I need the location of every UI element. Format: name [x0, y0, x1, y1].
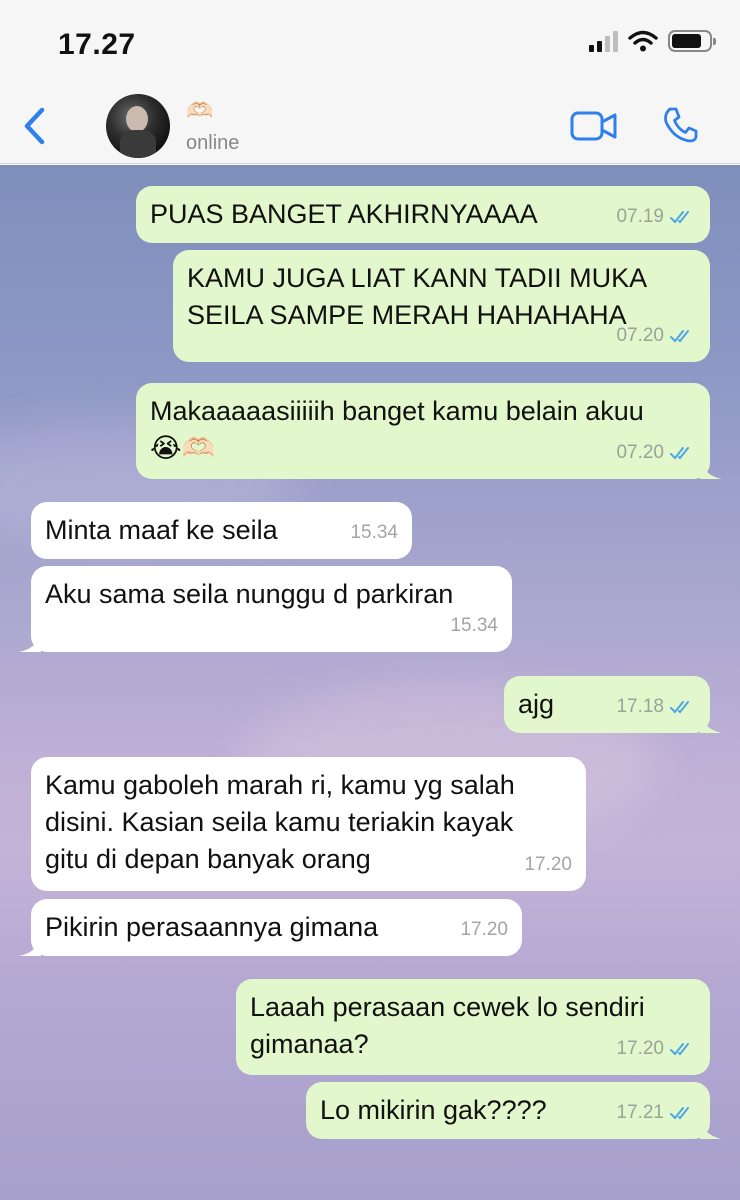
read-ticks-icon	[670, 700, 689, 713]
message-meta: 07.20	[616, 317, 696, 354]
video-call-icon[interactable]	[570, 110, 618, 142]
message-time: 17.21	[616, 1102, 664, 1123]
contact-status: online	[186, 132, 240, 154]
chat-area[interactable]: PUAS BANGET AKHIRNYAAAA 07.19 KAMU JUGA …	[0, 165, 740, 1200]
bubble-tail	[700, 711, 722, 733]
message-time: 15.34	[450, 615, 498, 636]
message-bubble-incoming[interactable]: Pikirin perasaannya gimana 17.20	[19, 899, 522, 956]
battery-icon	[668, 30, 716, 52]
contact-name[interactable]: 🫶🏻	[186, 98, 213, 124]
message-bubble-outgoing[interactable]: Makaaaaasiiiiih banget kamu belain akuu …	[136, 383, 722, 479]
message-bubble-outgoing[interactable]: ajg 17.18	[504, 676, 722, 733]
message-bubble-incoming[interactable]: Aku sama seila nunggu d parkiran 15.34	[19, 566, 512, 652]
message-meta: 15.34	[350, 514, 398, 551]
message-meta: 15.34	[450, 607, 498, 644]
bubble-tail	[19, 934, 41, 956]
message-meta: 17.20	[460, 911, 508, 948]
message-bubble-outgoing[interactable]: Lo mikirin gak???? 17.21	[306, 1082, 722, 1139]
message-meta: 17.18	[616, 688, 696, 725]
status-icons	[589, 30, 716, 52]
status-bar: 17.27	[0, 0, 740, 88]
contact-avatar[interactable]	[106, 94, 170, 158]
back-chevron-icon[interactable]	[18, 104, 52, 148]
message-meta: 17.20	[524, 846, 572, 883]
message-time: 17.20	[616, 1038, 664, 1059]
message-meta: 07.19	[616, 198, 696, 235]
chat-header: 🫶🏻 online	[0, 88, 740, 164]
message-bubble-incoming[interactable]: Kamu gaboleh marah ri, kamu yg salah dis…	[31, 757, 586, 891]
message-text: Kamu gaboleh marah ri, kamu yg salah dis…	[45, 770, 515, 874]
bubble-tail	[700, 457, 722, 479]
message-text: Minta maaf ke seila	[45, 515, 278, 545]
bubble-tail	[19, 630, 41, 652]
status-time: 17.27	[58, 28, 136, 61]
message-text: Makaaaaasiiiiih banget kamu belain akuu …	[150, 396, 644, 463]
message-text: PUAS BANGET AKHIRNYAAAA	[150, 199, 538, 229]
bubble-tail	[700, 1117, 722, 1139]
message-meta: 17.21	[616, 1094, 696, 1131]
message-time: 17.18	[616, 696, 664, 717]
message-time: 07.19	[616, 206, 664, 227]
phone-call-icon[interactable]	[662, 106, 698, 144]
message-bubble-outgoing[interactable]: KAMU JUGA LIAT KANN TADII MUKA SEILA SAM…	[173, 250, 710, 362]
message-time: 15.34	[350, 522, 398, 543]
message-time: 17.20	[460, 919, 508, 940]
read-ticks-icon	[670, 329, 689, 342]
read-ticks-icon	[670, 210, 689, 223]
message-time: 07.20	[616, 325, 664, 346]
wifi-icon	[628, 30, 658, 52]
message-time: 07.20	[616, 442, 664, 463]
read-ticks-icon	[670, 446, 689, 459]
message-bubble-outgoing[interactable]: PUAS BANGET AKHIRNYAAAA 07.19	[136, 186, 710, 243]
message-time: 17.20	[524, 854, 572, 875]
message-bubble-outgoing[interactable]: Laaah perasaan cewek lo sendiri gimanaa?…	[236, 979, 710, 1075]
message-meta: 17.20	[616, 1030, 696, 1067]
message-meta: 07.20	[616, 434, 696, 471]
message-text: Pikirin perasaannya gimana	[45, 912, 379, 942]
message-text: Aku sama seila nunggu d parkiran	[45, 579, 454, 609]
message-bubble-incoming[interactable]: Minta maaf ke seila 15.34	[31, 502, 412, 559]
read-ticks-icon	[670, 1106, 689, 1119]
cellular-signal-icon	[589, 30, 618, 52]
read-ticks-icon	[670, 1042, 689, 1055]
